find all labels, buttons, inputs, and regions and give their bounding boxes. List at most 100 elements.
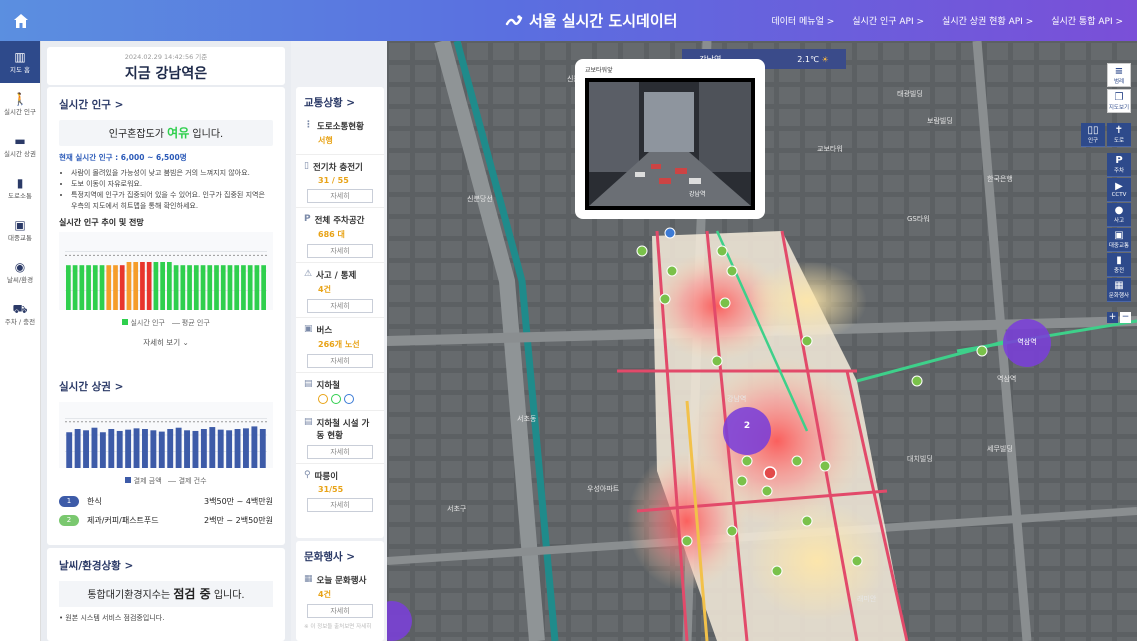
population-bar: [140, 262, 145, 310]
zoom-controls: + −: [1107, 312, 1131, 323]
commerce-bar: [259, 429, 266, 468]
population-title[interactable]: 실시간 인구 >: [59, 97, 273, 112]
population-bar: [241, 265, 246, 310]
map-label: 보람빌딩: [927, 116, 953, 125]
weather-title[interactable]: 날씨/환경상황 >: [59, 558, 273, 573]
map-label: 세무빌딩: [987, 444, 1013, 453]
population-bar: [146, 262, 152, 310]
nav-map-home[interactable]: ▥ 지도 홈: [0, 41, 40, 83]
road-tool[interactable]: ✝ 도로: [1107, 123, 1131, 147]
map-label: 래미안: [857, 594, 877, 603]
commerce-bar: [116, 430, 123, 468]
population-bar: [99, 265, 105, 310]
population-bar: [247, 265, 253, 310]
charger-tool[interactable]: ▮ 충전: [1107, 253, 1131, 277]
map-label: 태광빌딩: [897, 89, 923, 98]
legend-tool[interactable]: ≡ 범례: [1107, 63, 1131, 87]
rank-category: 한식: [87, 497, 102, 506]
home-button[interactable]: [0, 0, 41, 41]
more-link[interactable]: 자세히 보기 ⌄: [59, 337, 273, 348]
commerce-chart: [59, 402, 273, 468]
nav-integrated-api[interactable]: 실시간 통합 API >: [1051, 14, 1123, 27]
line-badge[interactable]: [344, 394, 354, 404]
rank-amount: 3백50만 ~ 4백만원: [204, 497, 273, 506]
commerce-card: 실시간 상권 > 결제 금액 결제 건수 1 한식 3백50만 ~ 4백만원 2…: [47, 369, 285, 545]
cluster-station-label[interactable]: 역삼역: [1007, 337, 1047, 347]
commerce-legend: 결제 금액 결제 건수: [59, 476, 273, 486]
line-badge[interactable]: [331, 394, 341, 404]
sun-icon: ☀: [821, 54, 829, 64]
commerce-bar: [217, 429, 224, 468]
commerce-bar: [91, 427, 98, 468]
traffic-title[interactable]: 교통상황 >: [296, 87, 384, 114]
map-area[interactable]: 태광빌딩 교보타워 보람빌딩 강남역 역삼역 서초동 우성아파트 GS타워 한국…: [387, 41, 1137, 641]
population-bar: [113, 265, 118, 310]
population-bar: [227, 265, 233, 310]
parking-tool[interactable]: P 주차: [1107, 153, 1131, 177]
traffic-bus: ▣ 버스 266개 노선 자세히: [296, 318, 384, 373]
legend-realtime-swatch: [122, 319, 129, 325]
rank-row: 1 한식 3백50만 ~ 4백만원: [59, 496, 273, 507]
nav-commerce[interactable]: ▬ 실시간 상권: [0, 125, 40, 167]
map-label: 역삼역: [997, 374, 1016, 383]
nav-population[interactable]: 🚶 실시간 인구: [0, 83, 40, 125]
detail-button[interactable]: 자세히: [307, 299, 373, 313]
subway-facility-icon: ▤: [304, 417, 313, 427]
note-item: 도보 이동이 자유로워요.: [71, 179, 273, 190]
commerce-title[interactable]: 실시간 상권 >: [59, 379, 273, 394]
calendar-icon: ▦: [1114, 280, 1124, 291]
commerce-bar: [99, 432, 106, 468]
nav-population-api[interactable]: 실시간 인구 API >: [852, 14, 924, 27]
commerce-bar: [251, 426, 258, 468]
detail-button[interactable]: 자세히: [307, 445, 373, 459]
commerce-bar: [125, 429, 132, 468]
line-badge[interactable]: [318, 394, 328, 404]
place-header: 2024.02.29 14:42:56 기준 지금 강남역은: [47, 47, 285, 85]
people-tool[interactable]: ▯▯ 인구: [1081, 123, 1105, 147]
commerce-bar: [142, 429, 148, 468]
map-view-tool[interactable]: ❐ 지도보기: [1107, 89, 1131, 113]
parking-icon: P: [304, 214, 311, 224]
cctv-tool[interactable]: ▶ CCTV: [1107, 178, 1131, 202]
nav-parking[interactable]: ⛟ 주차 / 충전: [0, 293, 40, 335]
culture-tool[interactable]: ▦ 문화행사: [1107, 278, 1131, 302]
cctv-frame: 강남역: [589, 82, 751, 206]
zoom-in-button[interactable]: +: [1107, 312, 1118, 323]
charger-icon: ▮: [1116, 255, 1122, 266]
cctv-caption: 강남역: [689, 190, 706, 198]
note-item: 특정지역에 인구가 집중되어 있을 수 있어요. 인구가 집중된 지역은 우측의…: [71, 190, 273, 212]
cctv-video[interactable]: 강남역: [585, 78, 755, 210]
nav-transit[interactable]: ▣ 대중교통: [0, 209, 40, 251]
nav-manual[interactable]: 데이터 메뉴얼 >: [771, 14, 834, 27]
cluster-count[interactable]: 2: [730, 421, 764, 431]
nav-road[interactable]: ▮ 도로소통: [0, 167, 40, 209]
population-card: 실시간 인구 > 인구혼잡도가 여유 입니다. 현재 실시간 인구 : 6,00…: [47, 87, 285, 405]
traffic-icon: ✝: [1114, 125, 1124, 136]
zoom-out-button[interactable]: −: [1120, 312, 1131, 323]
transit-tool[interactable]: ▣ 대중교통: [1107, 228, 1131, 252]
map-label: 서초동: [517, 414, 537, 423]
site-brand[interactable]: 서울 실시간 도시데이터: [505, 10, 677, 31]
detail-button[interactable]: 자세히: [307, 604, 373, 618]
map-label: 한국은행: [987, 174, 1013, 183]
commerce-bar: [175, 427, 182, 468]
detail-button[interactable]: 자세히: [307, 498, 373, 512]
population-bar: [167, 262, 172, 310]
population-bar: [193, 265, 199, 310]
population-bar: [173, 265, 179, 310]
nav-commerce-api[interactable]: 실시간 상권 현황 API >: [942, 14, 1033, 27]
detail-button[interactable]: 자세히: [307, 354, 373, 368]
traffic-parking: P 전체 주차공간 686 대 자세히: [296, 208, 384, 263]
detail-button[interactable]: 자세히: [307, 244, 373, 258]
population-legend: 실시간 인구 평균 인구: [59, 318, 273, 328]
nav-weather[interactable]: ◉ 날씨/환경: [0, 251, 40, 293]
map-label: 신분당선: [467, 194, 493, 203]
detail-button[interactable]: 자세히: [307, 189, 373, 203]
cctv-popup: 교보타워앞 강남역: [575, 59, 765, 219]
congestion-box: 인구혼잡도가 여유 입니다.: [59, 120, 273, 146]
traffic-card: 교통상황 > ⋮ 도로소통현황 서행 ▯ 전기차 충전기 31 / 55 자세히 P…: [296, 87, 384, 538]
map-icon: ▥: [14, 50, 26, 64]
traffic-light-icon: ⋮: [304, 120, 313, 130]
accident-tool[interactable]: ● 사고: [1107, 203, 1131, 227]
culture-title[interactable]: 문화행사 >: [296, 541, 384, 568]
